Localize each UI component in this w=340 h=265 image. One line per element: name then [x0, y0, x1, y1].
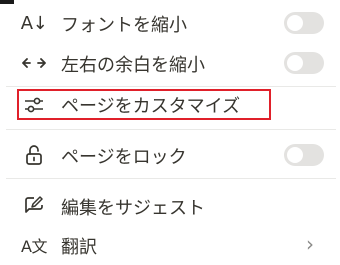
- menu-item-translate[interactable]: A文 翻訳 ›: [0, 230, 340, 260]
- menu-item-shrink-margins[interactable]: 左右の余白を縮小: [0, 48, 340, 78]
- shrink-font-toggle[interactable]: [284, 12, 324, 34]
- font-size-icon: A↓: [20, 12, 48, 34]
- menu-item-customize-page[interactable]: ページをカスタマイズ: [0, 90, 340, 119]
- translate-icon: A文: [21, 237, 47, 256]
- sliders-icon: [21, 93, 47, 117]
- suggest-edit-icon: [21, 194, 47, 218]
- menu-item-label: 編集をサジェスト: [61, 198, 205, 219]
- menu-item-label: フォントを縮小: [61, 15, 187, 36]
- menu-item-label: ページをカスタマイズ: [61, 96, 241, 117]
- menu-divider: [6, 178, 336, 179]
- menu-item-shrink-font[interactable]: A↓ フォントを縮小: [0, 8, 340, 38]
- menu-item-suggest-edits[interactable]: 編集をサジェスト: [0, 191, 340, 221]
- menu-item-label: 翻訳: [61, 237, 97, 258]
- width-arrows-icon: [21, 51, 47, 75]
- menu-divider: [6, 86, 336, 87]
- window-edge: [0, 0, 14, 4]
- lock-page-toggle[interactable]: [284, 144, 324, 166]
- unlock-icon: [21, 143, 47, 167]
- shrink-margins-toggle[interactable]: [284, 52, 324, 74]
- menu-divider: [6, 129, 336, 130]
- menu-item-label: ページをロック: [61, 147, 187, 168]
- chevron-right-icon: ›: [306, 232, 314, 256]
- menu-item-lock-page[interactable]: ページをロック: [0, 140, 340, 170]
- menu-item-label: 左右の余白を縮小: [61, 55, 205, 76]
